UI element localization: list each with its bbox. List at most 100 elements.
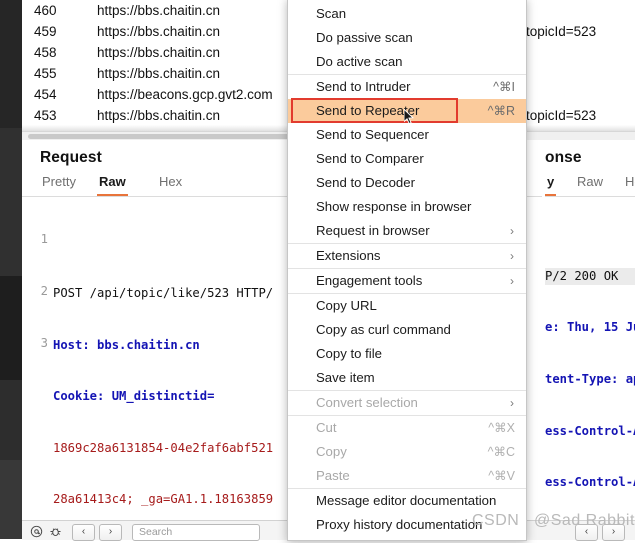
menu-item-label: Do active scan (316, 54, 403, 69)
response-code-view[interactable]: P/2 200 OK e: Thu, 15 Jun tent-Type: app… (545, 197, 635, 520)
row-id: 459 (34, 24, 57, 39)
code-line: e: Thu, 15 Jun (545, 320, 635, 335)
menu-item-send-to-comparer[interactable]: Send to Comparer (288, 147, 526, 171)
row-url: https://bbs.chaitin.cn (97, 3, 221, 18)
menu-item-label: Convert selection (316, 395, 418, 410)
menu-item-label: Message editor documentation (316, 493, 497, 508)
row-param: topicId=523 (526, 24, 597, 39)
context-menu[interactable]: Scan Do passive scan Do active scan Send… (287, 0, 527, 541)
menu-item-copy-as-curl-command[interactable]: Copy as curl command (288, 318, 526, 342)
menu-item-convert-selection: Convert selection › (288, 390, 526, 415)
menu-item-label: Scan (316, 6, 347, 21)
menu-item-send-to-repeater[interactable]: Send to Repeater ^⌘R (288, 98, 526, 125)
menu-item-label: Extensions (316, 248, 381, 263)
watermark-author: @Sad Rabbit (534, 512, 635, 529)
menu-item-label: Proxy history documentation (316, 517, 483, 532)
line-number-gutter: 1 2 3 4 5 6 (22, 197, 48, 520)
menu-item-label: Send to Comparer (316, 151, 424, 166)
menu-item-shortcut: ^⌘X (488, 421, 515, 435)
chevron-right-icon: › (510, 274, 514, 288)
menu-item-engagement-tools[interactable]: Engagement tools › (288, 268, 526, 293)
row-param: topicId=523 (526, 108, 597, 123)
chevron-right-icon: › (510, 396, 514, 410)
rail-segment-1 (0, 0, 22, 128)
menu-item-label: Copy to file (316, 346, 382, 361)
rail-segment-5 (0, 460, 22, 539)
line-number: 2 (40, 284, 48, 299)
menu-item-paste: Paste ^⌘V (288, 464, 526, 488)
tab-raw[interactable]: Raw (575, 172, 605, 194)
response-lines: P/2 200 OK e: Thu, 15 Jun tent-Type: app… (545, 233, 635, 520)
line-number (22, 489, 48, 506)
menu-item-shortcut: ^⌘R (487, 104, 515, 118)
menu-item-shortcut: ^⌘I (493, 80, 515, 94)
row-url: https://bbs.chaitin.cn (97, 66, 221, 81)
menu-item-label: Paste (316, 468, 350, 483)
menu-item-label: Show response in browser (316, 199, 472, 214)
tab-hex[interactable]: Hex (157, 172, 184, 194)
row-id: 454 (34, 87, 57, 102)
code-line: tent-Type: app (545, 372, 635, 386)
menu-item-label: Send to Intruder (316, 79, 411, 94)
tab-raw[interactable]: Raw (97, 172, 128, 196)
row-url: https://beacons.gcp.gvt2.com (97, 87, 273, 102)
menu-item-label: Save item (316, 370, 375, 385)
next-button[interactable]: › (99, 524, 122, 541)
menu-item-send-to-intruder[interactable]: Send to Intruder ^⌘I (288, 74, 526, 99)
tab-hex[interactable]: He (623, 172, 635, 194)
menu-item-send-to-decoder[interactable]: Send to Decoder (288, 171, 526, 195)
line-number: 1 (40, 232, 48, 247)
menu-item-do-active-scan[interactable]: Do active scan (288, 50, 526, 74)
menu-item-message-editor-documentation[interactable]: Message editor documentation (288, 488, 526, 513)
row-id: 453 (34, 108, 57, 123)
prev-button[interactable]: ‹ (72, 524, 95, 541)
menu-item-request-in-browser[interactable]: Request in browser › (288, 219, 526, 243)
menu-item-label: Request in browser (316, 223, 430, 238)
menu-item-scan[interactable]: Scan (288, 2, 526, 26)
row-id: 460 (34, 3, 57, 18)
menu-item-show-response-in-browser[interactable]: Show response in browser (288, 195, 526, 219)
row-url: https://bbs.chaitin.cn (97, 45, 221, 60)
at-icon[interactable] (30, 525, 43, 538)
mouse-cursor-icon (403, 108, 415, 125)
watermark-csdn: CSDN (472, 512, 520, 529)
menu-item-extensions[interactable]: Extensions › (288, 243, 526, 268)
left-rail (0, 0, 22, 539)
menu-item-send-to-sequencer[interactable]: Send to Sequencer (288, 123, 526, 147)
code-line: P/2 200 OK (545, 267, 635, 285)
menu-item-label: Send to Sequencer (316, 127, 429, 142)
code-line: ess-Control-Al (545, 475, 635, 490)
rail-segment-3 (0, 276, 22, 380)
menu-item-shortcut: ^⌘C (487, 445, 515, 459)
tab-pretty[interactable]: y (545, 172, 557, 196)
menu-item-label: Send to Decoder (316, 175, 415, 190)
row-url: https://bbs.chaitin.cn (97, 108, 221, 123)
menu-item-label: Copy (316, 444, 347, 459)
menu-item-copy: Copy ^⌘C (288, 440, 526, 464)
chevron-right-icon: › (510, 249, 514, 263)
menu-item-shortcut: ^⌘V (488, 469, 515, 483)
menu-item-do-passive-scan[interactable]: Do passive scan (288, 26, 526, 50)
menu-item-copy-to-file[interactable]: Copy to file (288, 342, 526, 366)
response-panel: onse y Raw He P/2 200 OK e: Thu, 15 Jun … (545, 140, 635, 520)
tab-pretty[interactable]: Pretty (40, 172, 78, 194)
response-title: onse (545, 149, 582, 166)
rail-segment-4 (0, 380, 22, 460)
code-line: ess-Control-Al (545, 423, 635, 438)
row-id: 458 (34, 45, 57, 60)
rail-segment-2 (0, 128, 22, 276)
search-input[interactable]: Search (132, 524, 260, 541)
menu-item-label: Copy URL (316, 298, 377, 313)
menu-item-label: Copy as curl command (316, 322, 451, 337)
menu-item-label: Cut (316, 420, 337, 435)
chevron-right-icon: › (510, 224, 514, 238)
row-id: 455 (34, 66, 57, 81)
menu-item-label: Do passive scan (316, 30, 413, 45)
bug-icon[interactable] (49, 525, 62, 538)
app-window: 460 https://bbs.chaitin.cn 459 https://b… (0, 0, 635, 541)
menu-item-copy-url[interactable]: Copy URL (288, 293, 526, 318)
line-number (22, 386, 48, 403)
menu-item-label: Engagement tools (316, 273, 423, 288)
menu-item-cut: Cut ^⌘X (288, 415, 526, 440)
menu-item-save-item[interactable]: Save item (288, 366, 526, 390)
